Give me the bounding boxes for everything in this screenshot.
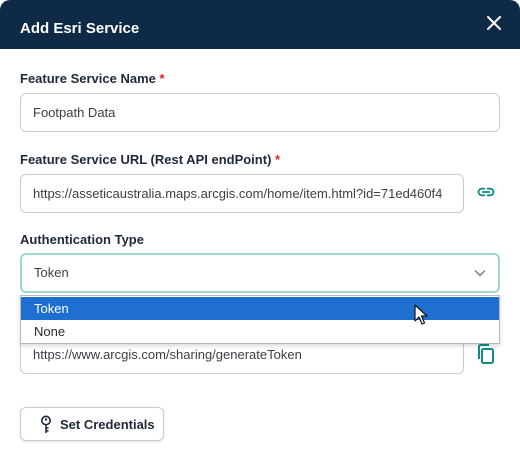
link-icon[interactable] xyxy=(476,182,496,202)
service-url-value: https://asseticaustralia.maps.arcgis.com… xyxy=(33,186,443,201)
service-url-label: Feature Service URL (Rest API endPoint) … xyxy=(20,152,280,168)
auth-type-select[interactable]: Token xyxy=(20,253,500,293)
service-url-input[interactable]: https://asseticaustralia.maps.arcgis.com… xyxy=(20,174,464,213)
set-credentials-label: Set Credentials xyxy=(60,417,155,432)
copy-icon[interactable] xyxy=(476,343,496,365)
close-icon[interactable] xyxy=(484,13,504,33)
service-name-input[interactable]: Footpath Data xyxy=(20,93,500,132)
service-name-label: Feature Service Name * xyxy=(20,71,165,87)
chevron-down-icon xyxy=(474,270,486,277)
token-url-value: https://www.arcgis.com/sharing/generateT… xyxy=(33,347,302,362)
service-name-label-text: Feature Service Name xyxy=(20,71,156,86)
required-mark: * xyxy=(159,71,165,86)
required-mark: * xyxy=(275,152,281,167)
service-name-value: Footpath Data xyxy=(33,105,116,120)
dialog-title: Add Esri Service xyxy=(20,20,140,37)
service-url-label-text: Feature Service URL (Rest API endPoint) xyxy=(20,152,272,167)
mouse-cursor-icon xyxy=(414,304,428,325)
key-icon xyxy=(41,415,51,433)
auth-type-label: Authentication Type xyxy=(20,232,144,247)
auth-type-selected-value: Token xyxy=(34,265,69,280)
set-credentials-button[interactable]: Set Credentials xyxy=(20,407,164,441)
dialog-header: Add Esri Service xyxy=(0,0,520,49)
